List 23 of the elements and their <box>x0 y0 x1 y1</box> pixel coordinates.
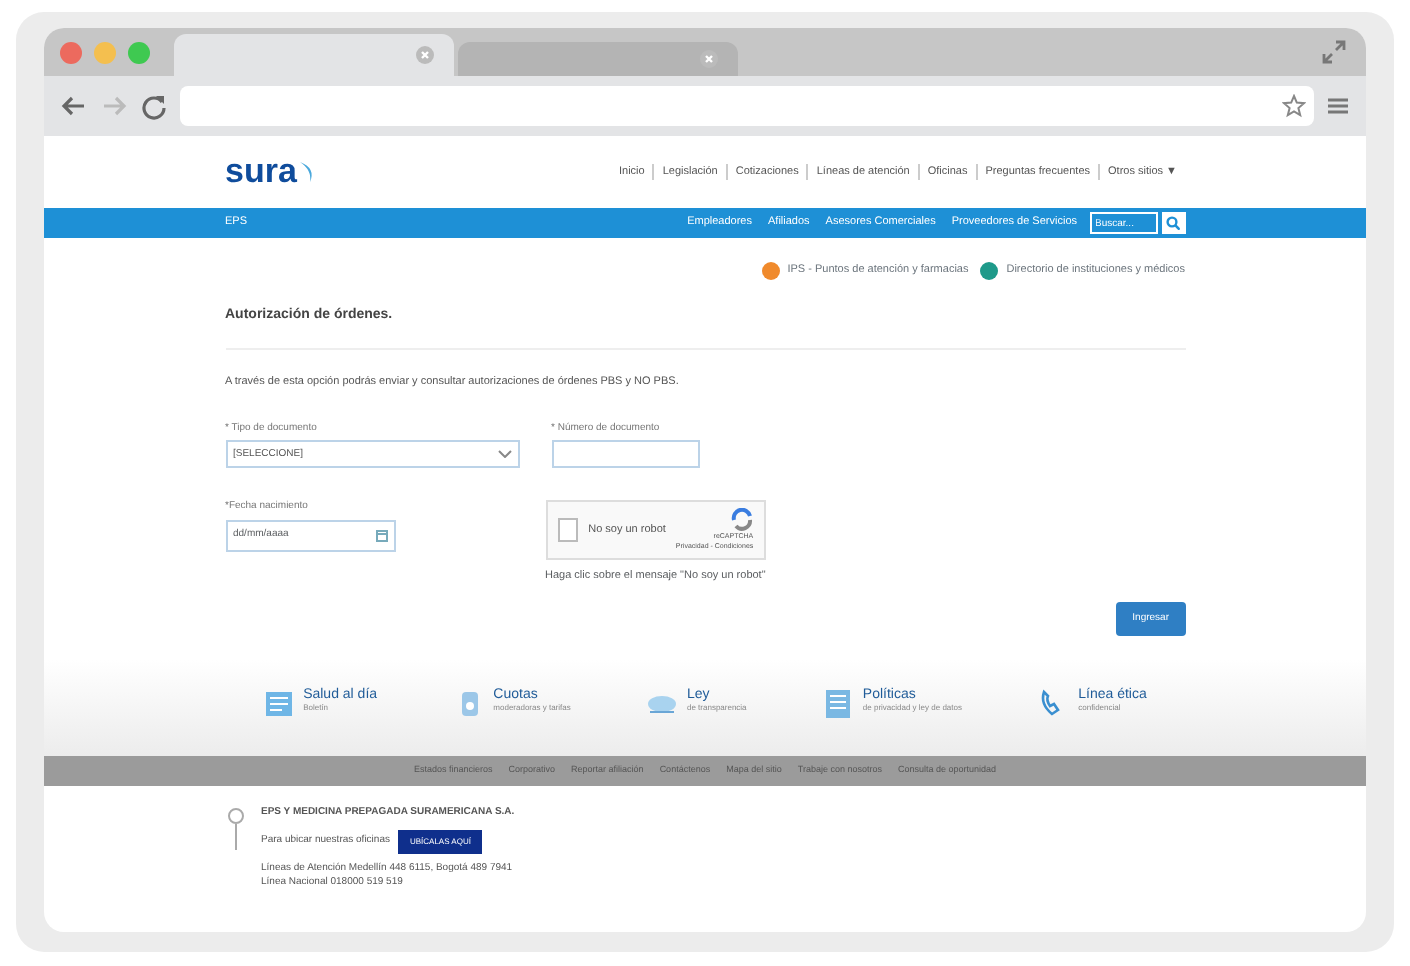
logo-icon <box>298 160 317 184</box>
recaptcha-logo-icon <box>729 508 754 532</box>
back-arrow-icon[interactable] <box>60 92 88 120</box>
close-icon[interactable] <box>700 50 718 68</box>
document-icon <box>822 688 855 720</box>
browser-tab[interactable] <box>458 42 738 76</box>
expand-icon[interactable] <box>1322 40 1346 64</box>
close-icon[interactable] <box>416 46 434 64</box>
window-control-button[interactable] <box>60 41 82 63</box>
input-field[interactable] <box>551 440 699 469</box>
calendar-icon <box>375 529 387 542</box>
logo-text: sura <box>225 150 297 195</box>
search-icon <box>1166 216 1180 230</box>
star-icon[interactable] <box>1282 94 1306 118</box>
menu-icon[interactable] <box>1326 94 1350 118</box>
window-control-button[interactable] <box>94 41 116 63</box>
reload-icon[interactable] <box>140 92 168 120</box>
window-control-button[interactable] <box>128 41 150 63</box>
checkbox[interactable] <box>557 518 579 543</box>
newsletter-icon <box>263 688 296 720</box>
browser-tab[interactable] <box>174 34 454 76</box>
search-button[interactable] <box>1161 212 1185 234</box>
chevron-down-icon <box>497 450 511 459</box>
